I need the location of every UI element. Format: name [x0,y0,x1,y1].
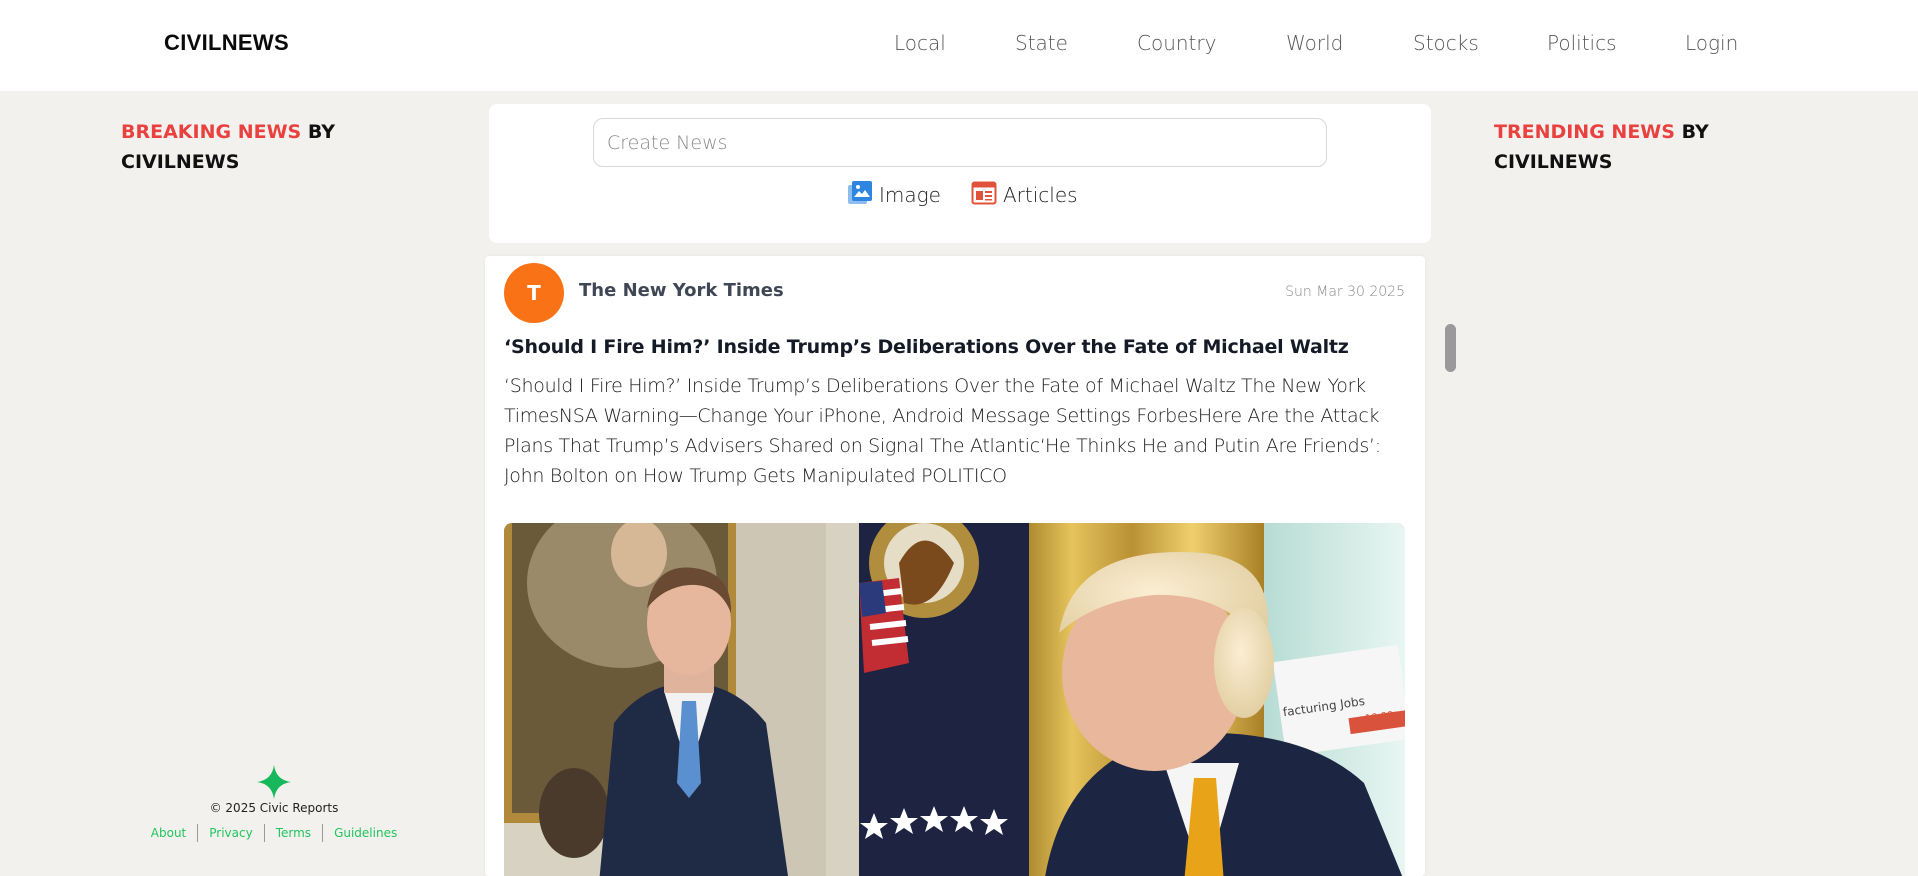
top-navbar: CIVILNEWS Local State Country World Stoc… [0,0,1918,91]
create-news-card: Image Articles [489,104,1431,243]
trending-news-by: BY [1674,121,1709,143]
nav-state[interactable]: State [1015,31,1068,55]
footer-link-terms[interactable]: Terms [265,826,322,840]
breaking-news-by: BY [301,121,336,143]
nav-politics[interactable]: Politics [1547,31,1617,55]
nav-country[interactable]: Country [1137,31,1216,55]
feed-scrollbar-thumb[interactable] [1445,324,1456,372]
nav-local[interactable]: Local [894,31,946,55]
breaking-news-heading: BREAKING NEWS BY CIVILNEWS [121,117,335,177]
footer-link-guidelines[interactable]: Guidelines [323,826,408,840]
post-title[interactable]: ‘Should I Fire Him?’ Inside Trump’s Deli… [504,332,1409,362]
post-photo-illustration: facturing Jobs +10,00 [504,523,1405,876]
create-news-input[interactable] [593,118,1327,167]
copyright-text: © 2025 Civic Reports [209,801,339,815]
breaking-news-source: CIVILNEWS [121,151,240,173]
source-avatar[interactable]: T [504,263,564,323]
add-article-label: Articles [1003,183,1078,207]
add-image-button[interactable]: Image [847,180,941,210]
footer-links: About Privacy Terms Guidelines [130,824,418,842]
post-body: ‘Should I Fire Him?’ Inside Trump’s Deli… [504,375,1381,487]
trending-news-accent: TRENDING NEWS [1494,121,1675,143]
post-image[interactable]: facturing Jobs +10,00 [504,523,1405,876]
news-post-card: T The New York Times Sun Mar 30 2025 ‘Sh… [485,256,1425,876]
footer-link-privacy[interactable]: Privacy [198,826,263,840]
breaking-news-accent: BREAKING NEWS [121,121,302,143]
sparkle-icon [257,765,291,799]
trending-news-source: CIVILNEWS [1494,151,1613,173]
nav-login[interactable]: Login [1685,31,1738,55]
image-icon [847,180,873,211]
nav-world[interactable]: World [1286,31,1343,55]
add-article-button[interactable]: Articles [971,180,1078,210]
site-logo[interactable]: CIVILNEWS [164,30,289,56]
nav-stocks[interactable]: Stocks [1413,31,1479,55]
add-image-label: Image [879,183,941,207]
post-source[interactable]: The New York Times [579,280,784,301]
trending-news-heading: TRENDING NEWS BY CIVILNEWS [1494,117,1709,177]
post-date: Sun Mar 30 2025 [1285,284,1405,300]
footer-link-about[interactable]: About [140,826,197,840]
article-icon [971,180,997,211]
footer: © 2025 Civic Reports About Privacy Terms… [130,765,418,860]
